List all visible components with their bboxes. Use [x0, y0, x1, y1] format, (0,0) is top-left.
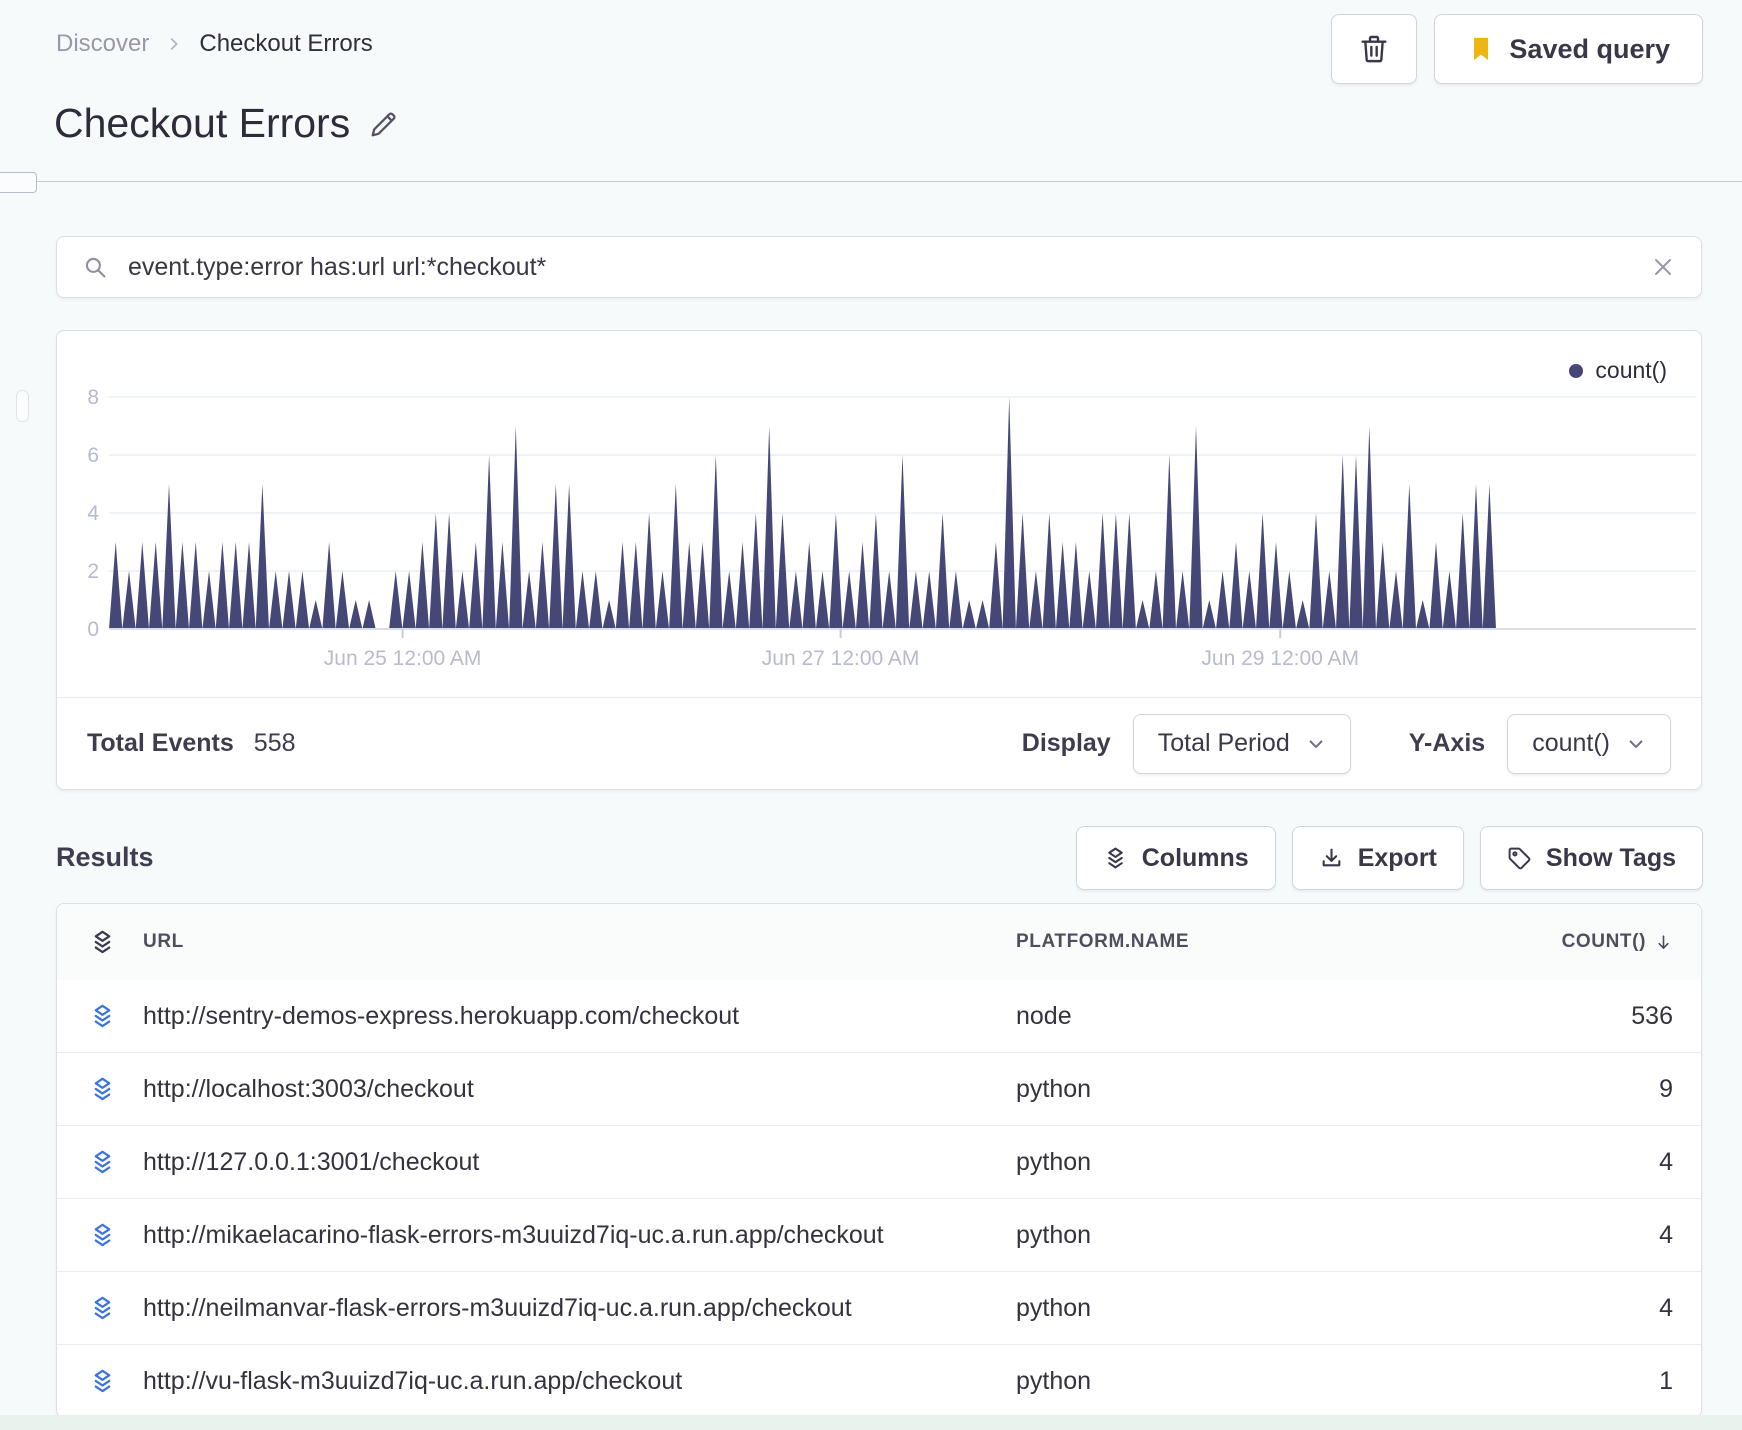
table-body: http://sentry-demos-express.herokuapp.co… — [57, 980, 1701, 1417]
trash-icon — [1361, 35, 1387, 63]
row-platform: python — [1016, 1366, 1092, 1395]
breadcrumb-current: Checkout Errors — [199, 30, 373, 57]
table-row[interactable]: http://sentry-demos-express.herokuapp.co… — [57, 980, 1701, 1052]
bookmark-icon — [1474, 37, 1489, 61]
row-platform: node — [1016, 1001, 1072, 1030]
total-events-label: Total Events — [87, 729, 234, 757]
row-platform: python — [1016, 1220, 1092, 1249]
top-actions: Saved query — [1331, 14, 1703, 84]
svg-text:2: 2 — [87, 560, 99, 583]
stack-icon — [94, 930, 111, 953]
column-header-count[interactable]: COUNT() — [1562, 931, 1701, 953]
stack-icon[interactable] — [89, 1149, 116, 1176]
columns-button-label: Columns — [1141, 843, 1249, 872]
table-row[interactable]: http://localhost:3003/checkout python 9 — [57, 1052, 1701, 1125]
svg-text:6: 6 — [87, 444, 99, 467]
row-platform: python — [1016, 1147, 1092, 1176]
display-label: Display — [1021, 729, 1111, 757]
delete-query-button[interactable] — [1331, 14, 1418, 84]
table-row[interactable]: http://mikaelacarino-flask-errors-m3uuiz… — [57, 1198, 1701, 1271]
tag-icon — [1508, 847, 1531, 869]
svg-text:Jun 27 12:00 AM: Jun 27 12:00 AM — [762, 647, 920, 670]
drawer-handle[interactable] — [0, 172, 37, 193]
breadcrumb: Discover Checkout Errors — [56, 30, 373, 58]
events-chart-panel: count() 0 2 4 6 8 Jun 25 12:00 AM Jun 27 12:00… — [56, 330, 1702, 790]
svg-text:Jun 29 12:00 AM: Jun 29 12:00 AM — [1201, 647, 1359, 670]
layers-icon — [1107, 847, 1123, 868]
column-header-platform[interactable]: PLATFORM.NAME — [1016, 931, 1486, 953]
download-icon — [1322, 848, 1341, 866]
saved-query-button[interactable]: Saved query — [1434, 14, 1703, 84]
table-row[interactable]: http://vu-flask-m3uuizd7iq-uc.a.run.app/… — [57, 1344, 1701, 1417]
show-tags-button-label: Show Tags — [1545, 843, 1676, 872]
stack-icon[interactable] — [89, 1076, 116, 1103]
y-axis-label: Y-Axis — [1408, 729, 1486, 757]
results-heading: Results — [56, 842, 154, 872]
row-url[interactable]: http://neilmanvar-flask-errors-m3uuizd7i… — [143, 1294, 1016, 1323]
row-count: 9 — [1659, 1074, 1673, 1103]
clear-search-icon[interactable] — [1651, 255, 1675, 279]
row-url[interactable]: http://localhost:3003/checkout — [143, 1075, 1016, 1104]
svg-text:0: 0 — [87, 618, 99, 641]
row-count: 1 — [1659, 1366, 1673, 1395]
svg-text:8: 8 — [87, 386, 99, 409]
row-url[interactable]: http://sentry-demos-express.herokuapp.co… — [143, 1002, 1016, 1031]
table-row[interactable]: http://neilmanvar-flask-errors-m3uuizd7i… — [57, 1271, 1701, 1344]
stack-icon[interactable] — [89, 1295, 116, 1322]
y-axis-dropdown[interactable]: count() — [1507, 713, 1671, 774]
svg-text:4: 4 — [87, 502, 99, 525]
chart-footer: Total Events 558 Display Total Period Y-… — [57, 697, 1701, 789]
row-platform: python — [1016, 1074, 1092, 1103]
export-button[interactable]: Export — [1291, 826, 1464, 890]
chevron-right-icon — [171, 38, 178, 50]
columns-button[interactable]: Columns — [1075, 826, 1276, 890]
chevron-down-icon — [1629, 740, 1643, 748]
edit-pencil-icon[interactable] — [368, 108, 400, 140]
row-platform: python — [1016, 1293, 1092, 1322]
search-bar[interactable]: event.type:error has:url url:*checkout* — [56, 236, 1702, 298]
total-events-value: 558 — [253, 729, 296, 757]
chevron-down-icon — [1309, 740, 1323, 748]
search-input[interactable]: event.type:error has:url url:*checkout* — [128, 253, 1651, 282]
sort-desc-icon — [1658, 934, 1669, 949]
display-dropdown[interactable]: Total Period — [1132, 713, 1351, 774]
bottom-strip — [0, 1415, 1742, 1430]
export-button-label: Export — [1357, 843, 1437, 872]
show-tags-button[interactable]: Show Tags — [1479, 826, 1703, 890]
row-count: 4 — [1659, 1147, 1673, 1176]
table-header-row: URL PLATFORM.NAME COUNT() — [57, 904, 1701, 980]
display-dropdown-value: Total Period — [1157, 729, 1290, 757]
y-axis-dropdown-value: count() — [1532, 729, 1610, 757]
stack-icon[interactable] — [89, 1222, 116, 1249]
svg-text:Jun 25 12:00 AM: Jun 25 12:00 AM — [324, 647, 482, 670]
row-url[interactable]: http://vu-flask-m3uuizd7iq-uc.a.run.app/… — [143, 1367, 1016, 1396]
row-count: 4 — [1659, 1293, 1673, 1322]
search-icon — [85, 257, 106, 277]
saved-query-label: Saved query — [1509, 33, 1670, 64]
column-header-url[interactable]: URL — [143, 931, 1016, 953]
page-title: Checkout Errors — [54, 100, 400, 147]
stack-icon[interactable] — [89, 1368, 116, 1395]
results-table: URL PLATFORM.NAME COUNT() http://sentry-… — [56, 903, 1702, 1418]
side-drag-handle[interactable] — [16, 390, 29, 422]
row-url[interactable]: http://mikaelacarino-flask-errors-m3uuiz… — [143, 1221, 1016, 1250]
breadcrumb-discover[interactable]: Discover — [56, 30, 149, 58]
results-actions: Columns Export Show Tags — [1075, 826, 1703, 890]
events-spike-chart[interactable]: 0 2 4 6 8 Jun 25 12:00 AM Jun 27 12:00 AM Jun 2… — [57, 369, 1696, 709]
section-divider — [0, 181, 1742, 182]
stack-icon[interactable] — [89, 1003, 116, 1030]
row-url[interactable]: http://127.0.0.1:3001/checkout — [143, 1148, 1016, 1177]
row-count: 4 — [1659, 1220, 1673, 1249]
table-row[interactable]: http://127.0.0.1:3001/checkout python 4 — [57, 1125, 1701, 1198]
row-count: 536 — [1631, 1001, 1673, 1030]
page-title-text: Checkout Errors — [54, 100, 351, 146]
